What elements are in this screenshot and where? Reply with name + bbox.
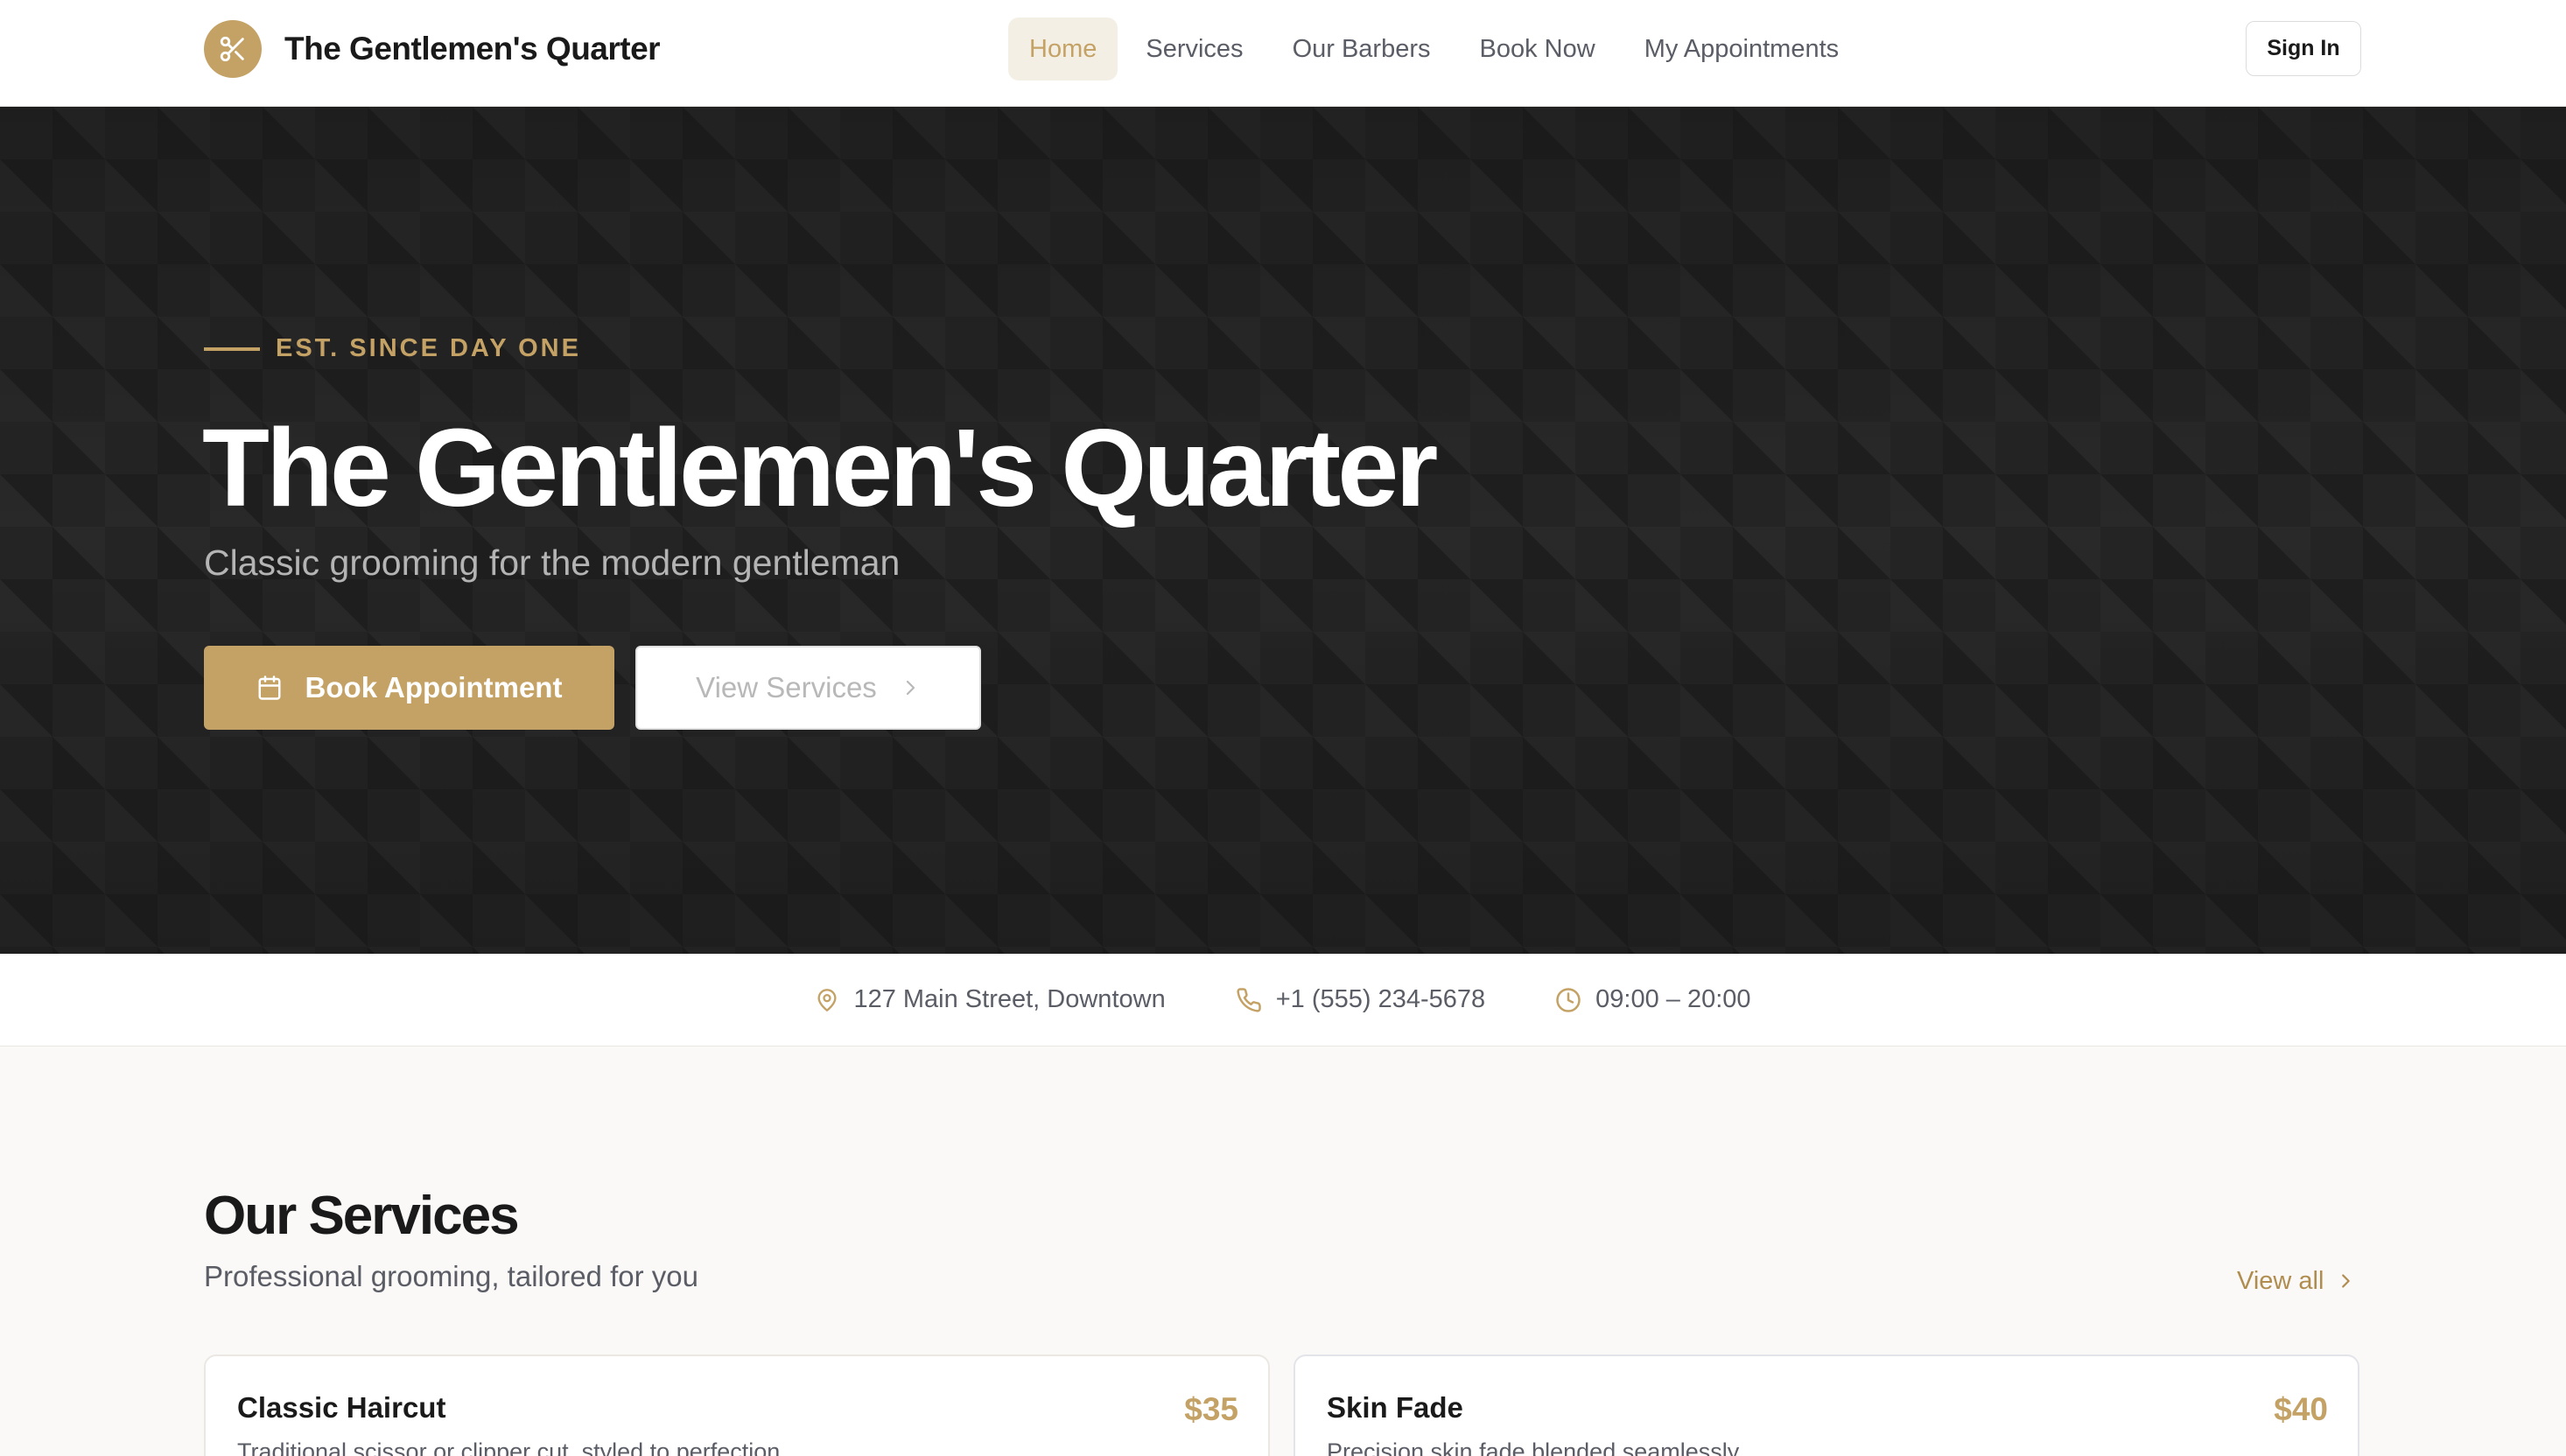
nav-item-our-barbers[interactable]: Our Barbers <box>1272 18 1452 80</box>
hours-text: 09:00 – 20:00 <box>1595 985 1751 1013</box>
hero-subtitle: Classic grooming for the modern gentlema… <box>204 542 901 583</box>
hero-title: The Gentlemen's Quarter <box>202 406 1438 529</box>
phone-text: +1 (555) 234-5678 <box>1275 985 1486 1013</box>
contact-info-bar: 127 Main Street, Downtown +1 (555) 234-5… <box>0 954 2566 1046</box>
nav-item-services[interactable]: Services <box>1125 18 1264 80</box>
service-card[interactable]: Skin Fade $40 Precision skin fade blende… <box>1294 1354 2359 1456</box>
hours-info: 09:00 – 20:00 <box>1555 985 1751 1014</box>
main-nav: Home Services Our Barbers Book Now My Ap… <box>1008 18 1867 80</box>
nav-item-home[interactable]: Home <box>1008 18 1118 80</box>
services-subtitle: Professional grooming, tailored for you <box>204 1260 698 1292</box>
nav-item-book-now[interactable]: Book Now <box>1459 18 1616 80</box>
map-pin-icon <box>815 987 839 1013</box>
service-price: $35 <box>1184 1391 1238 1427</box>
book-appointment-button[interactable]: Book Appointment <box>204 646 614 730</box>
service-price: $40 <box>2274 1391 2328 1427</box>
services-title: Our Services <box>204 1186 520 1246</box>
hero-eyebrow: EST. SINCE DAY ONE <box>204 334 581 363</box>
phone-icon <box>1236 987 1262 1013</box>
service-name: Classic Haircut <box>237 1391 446 1424</box>
view-services-label: View Services <box>696 671 877 704</box>
eyebrow-text: EST. SINCE DAY ONE <box>276 334 581 362</box>
service-description: Traditional scissor or clipper cut, styl… <box>237 1438 781 1456</box>
address-info: 127 Main Street, Downtown <box>815 985 1166 1014</box>
clock-icon <box>1555 987 1581 1013</box>
hero-section: EST. SINCE DAY ONE The Gentlemen's Quart… <box>0 107 2566 954</box>
service-card[interactable]: Classic Haircut $35 Traditional scissor … <box>204 1354 1270 1456</box>
phone-info[interactable]: +1 (555) 234-5678 <box>1236 985 1485 1014</box>
scissors-icon <box>204 20 262 78</box>
view-services-button[interactable]: View Services <box>635 646 981 730</box>
view-all-link[interactable]: View all <box>2237 1264 2355 1298</box>
brand-name: The Gentlemen's Quarter <box>284 31 661 66</box>
nav-item-my-appointments[interactable]: My Appointments <box>1623 18 1860 80</box>
sign-in-button[interactable]: Sign In <box>2246 21 2361 76</box>
book-appointment-label: Book Appointment <box>305 671 563 704</box>
view-all-label: View all <box>2237 1266 2324 1295</box>
eyebrow-divider <box>204 346 260 351</box>
chevron-right-icon <box>900 677 921 698</box>
top-navbar: The Gentlemen's Quarter Home Services Ou… <box>0 0 2566 107</box>
chevron-right-icon <box>2336 1271 2355 1291</box>
service-name: Skin Fade <box>1327 1391 1463 1424</box>
calendar-icon <box>256 675 283 701</box>
service-description: Precision skin fade blended seamlessly <box>1327 1438 1740 1456</box>
brand[interactable]: The Gentlemen's Quarter <box>204 20 661 78</box>
address-text: 127 Main Street, Downtown <box>853 985 1166 1013</box>
